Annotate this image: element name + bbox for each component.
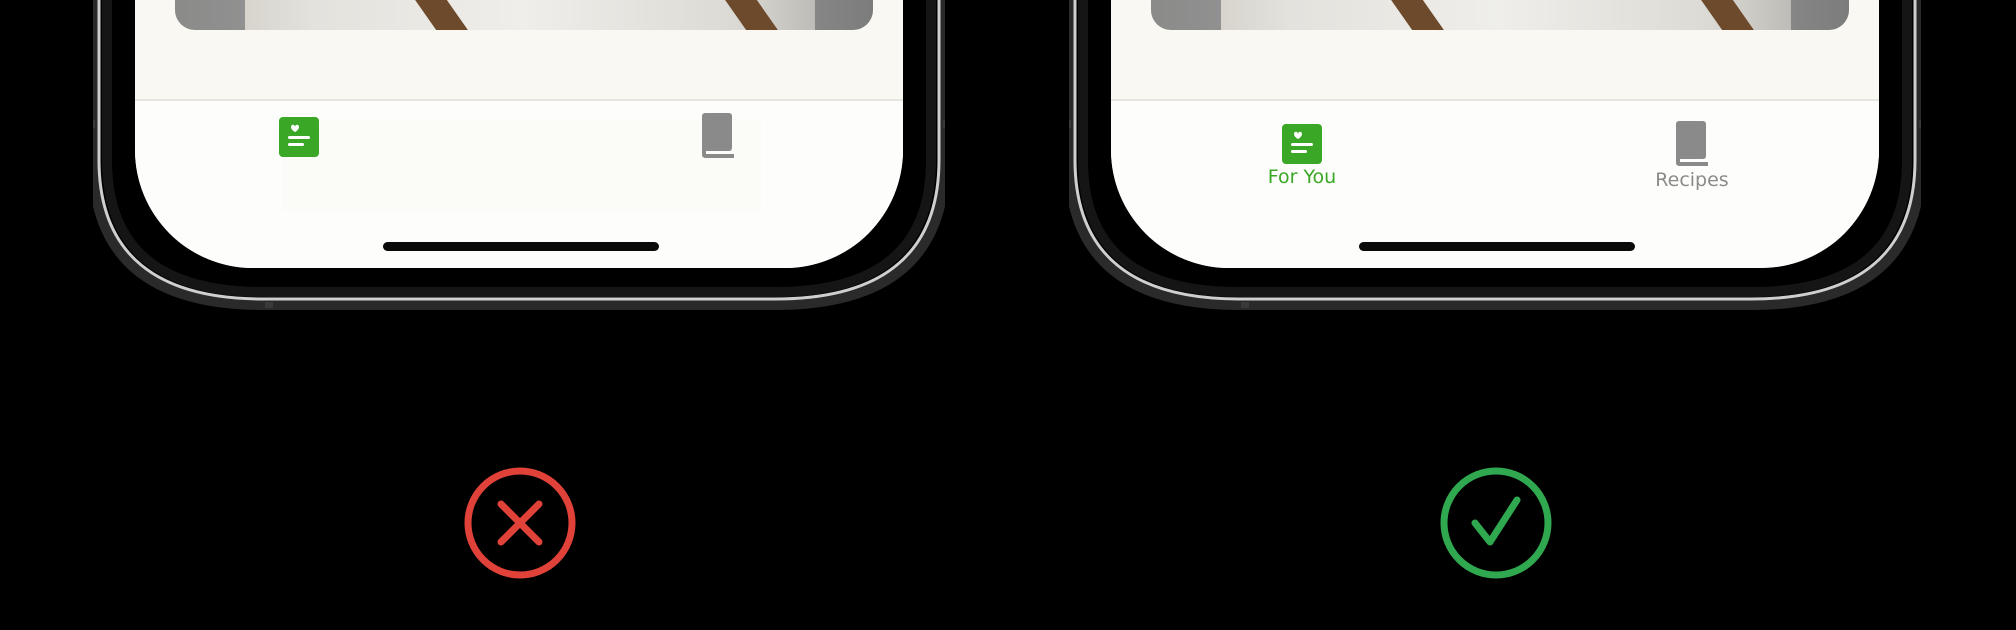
tab-label: Recipes xyxy=(1655,169,1729,191)
tab-bar: For You Recipes xyxy=(1111,101,1879,268)
tab-for-you[interactable]: For You xyxy=(1212,124,1392,188)
tab-label: For You xyxy=(1267,166,1337,188)
phone-mockup-incorrect xyxy=(93,0,945,310)
x-circle-icon xyxy=(464,467,576,579)
for-you-icon xyxy=(1282,124,1322,164)
tab-bar xyxy=(135,101,903,268)
phone-mockup-correct: For You Recipes xyxy=(1069,0,1921,310)
tab-recipes[interactable] xyxy=(628,113,808,159)
book-icon xyxy=(1676,121,1708,166)
tab-for-you[interactable] xyxy=(209,117,389,157)
checkmark-circle-icon xyxy=(1440,467,1552,579)
home-indicator xyxy=(1359,242,1635,251)
for-you-icon xyxy=(279,117,319,157)
home-indicator xyxy=(383,242,659,251)
recipe-photo xyxy=(175,0,873,30)
phone-screen: For You Recipes xyxy=(1111,0,1879,268)
book-icon xyxy=(702,113,734,158)
phone-screen xyxy=(135,0,903,268)
tab-recipes[interactable]: Recipes xyxy=(1602,121,1782,191)
recipe-photo xyxy=(1151,0,1849,30)
